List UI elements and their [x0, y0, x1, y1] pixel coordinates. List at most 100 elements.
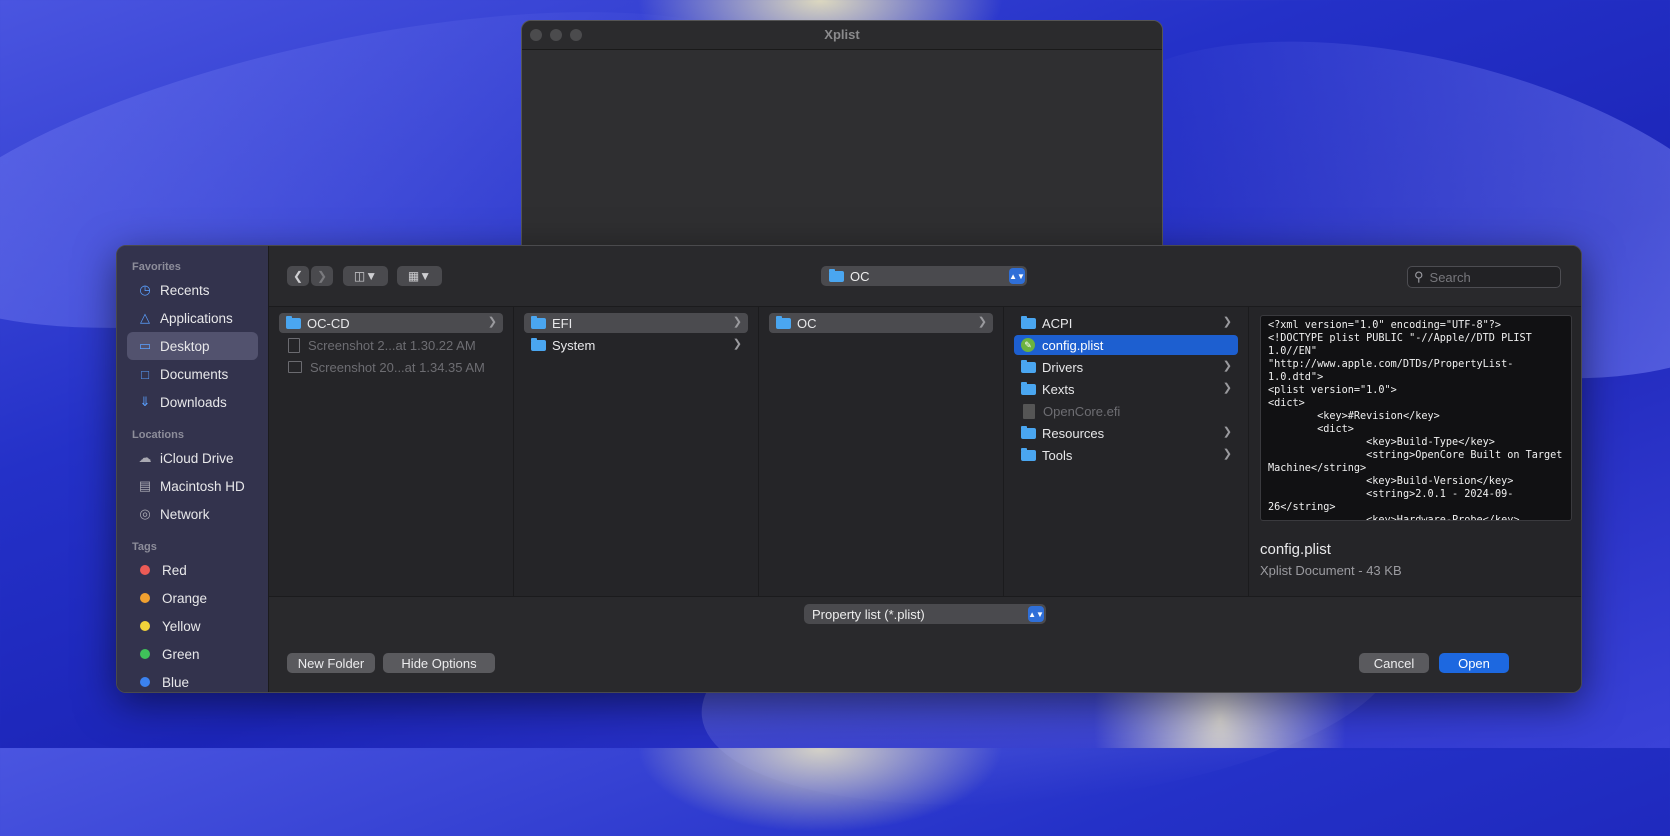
folder-icon [829, 268, 844, 282]
hide-options-button[interactable]: Hide Options [383, 653, 495, 673]
search-field[interactable]: ⚲ Search [1407, 266, 1561, 288]
folder-icon [531, 337, 546, 351]
sidebar-item-label: Red [162, 562, 187, 578]
preview-text: <?xml version="1.0" encoding="UTF-8"?> <… [1268, 320, 1563, 521]
list-item-screenshot-1[interactable]: Screenshot 2...at 1.30.22 AM [279, 335, 503, 355]
tags-header: Tags [132, 541, 157, 553]
chevron-right-icon: ❯ [1222, 426, 1232, 438]
open-file-dialog: Favorites ◷ Recents △ Applications ▭ Des… [116, 245, 1582, 693]
sidebar-item-network[interactable]: ◎ Network [127, 500, 258, 528]
cancel-button[interactable]: Cancel [1359, 653, 1429, 673]
back-button[interactable]: ❮ [287, 266, 309, 286]
stepper-icon: ▲▼ [1028, 606, 1044, 622]
preview-content: <?xml version="1.0" encoding="UTF-8"?> <… [1260, 315, 1572, 521]
network-icon: ◎ [139, 506, 151, 521]
view-mode-button[interactable]: ◫▼ [343, 266, 388, 286]
list-item-drivers[interactable]: Drivers ❯ [1014, 357, 1238, 377]
list-item-tools[interactable]: Tools ❯ [1014, 445, 1238, 465]
list-item-screenshot-2[interactable]: Screenshot 20...at 1.34.35 AM [279, 357, 503, 377]
green-tag-icon [140, 649, 150, 659]
sidebar-item-documents[interactable]: □ Documents [127, 360, 258, 388]
column-4: ACPI ❯ ✎ config.plist Drivers ❯ Kexts ❯ [1004, 307, 1249, 596]
format-bar: Property list (*.plist) ▲▼ [269, 596, 1581, 632]
sidebar-item-label: Network [160, 506, 210, 522]
new-folder-button[interactable]: New Folder [287, 653, 375, 673]
list-item-oc[interactable]: OC ❯ [769, 313, 993, 333]
sidebar-item-icloud-drive[interactable]: ☁ iCloud Drive [127, 444, 258, 472]
preview-pane: <?xml version="1.0" encoding="UTF-8"?> <… [1250, 307, 1581, 596]
list-item-opencore-efi[interactable]: OpenCore.efi [1014, 401, 1238, 421]
chevron-right-icon: ❯ [732, 338, 742, 350]
chevron-right-icon: ❯ [1222, 448, 1232, 460]
item-label: Resources [1042, 425, 1105, 441]
preview-file-kind: Xplist Document - 43 KB [1260, 563, 1402, 578]
item-label: OC [797, 315, 817, 331]
sidebar-tag-blue[interactable]: Blue [127, 668, 258, 692]
favorites-header: Favorites [132, 261, 181, 273]
list-item-efi[interactable]: EFI ❯ [524, 313, 748, 333]
file-format-label: Property list (*.plist) [812, 606, 925, 622]
chevron-right-icon: ❯ [1222, 360, 1232, 372]
list-item-system[interactable]: System ❯ [524, 335, 748, 355]
folder-icon [531, 315, 546, 329]
chevron-right-icon: ❯ [1222, 316, 1232, 328]
list-item-config-plist[interactable]: ✎ config.plist [1014, 335, 1238, 355]
folder-icon [1021, 381, 1036, 395]
column-2: EFI ❯ System ❯ [514, 307, 759, 596]
item-label: ACPI [1042, 315, 1073, 331]
sidebar: Favorites ◷ Recents △ Applications ▭ Des… [117, 246, 269, 692]
item-label: OpenCore.efi [1043, 403, 1121, 419]
image-icon [288, 361, 302, 373]
forward-button[interactable]: ❯ [311, 266, 333, 286]
file-icon [1023, 403, 1035, 419]
sidebar-tag-orange[interactable]: Orange [127, 584, 258, 612]
list-item-acpi[interactable]: ACPI ❯ [1014, 313, 1238, 333]
item-label: OC-CD [307, 315, 350, 331]
column-view-icon: ◫▼ [353, 269, 378, 283]
item-label: Screenshot 20...at 1.34.35 AM [310, 359, 485, 375]
dialog-button-bar: New Folder Hide Options Cancel Open [269, 631, 1581, 692]
sidebar-tag-green[interactable]: Green [127, 640, 258, 668]
preview-file-name: config.plist [1260, 541, 1331, 558]
sidebar-item-label: Yellow [162, 618, 201, 634]
sidebar-item-label: Orange [162, 590, 208, 606]
sidebar-tag-yellow[interactable]: Yellow [127, 612, 258, 640]
sidebar-item-applications[interactable]: △ Applications [127, 304, 258, 332]
sidebar-tag-red[interactable]: Red [127, 556, 258, 584]
red-tag-icon [140, 565, 150, 575]
folder-icon [1021, 447, 1036, 461]
list-item-kexts[interactable]: Kexts ❯ [1014, 379, 1238, 399]
sidebar-item-desktop[interactable]: ▭ Desktop [127, 332, 258, 360]
blue-tag-icon [140, 677, 150, 687]
chevron-right-icon: ❯ [487, 316, 497, 328]
item-label: Tools [1042, 447, 1073, 463]
file-format-popup[interactable]: Property list (*.plist) ▲▼ [804, 604, 1046, 624]
folder-icon [776, 315, 791, 329]
xplist-app-window: Xplist [521, 20, 1163, 252]
sidebar-item-label: iCloud Drive [160, 450, 234, 466]
column-1: OC-CD ❯ Screenshot 2...at 1.30.22 AM Scr… [269, 307, 514, 596]
open-button[interactable]: Open [1439, 653, 1509, 673]
dialog-toolbar: ❮ ❯ ◫▼ ▦▼ OC ▲▼ ⚲ Search [269, 246, 1581, 307]
chevron-right-icon: ❯ [732, 316, 742, 328]
document-icon [288, 337, 300, 353]
orange-tag-icon [140, 593, 150, 603]
chevron-right-icon: ❯ [1222, 382, 1232, 394]
document-icon: □ [141, 366, 149, 382]
item-label: Drivers [1042, 359, 1084, 375]
sidebar-item-macintosh-hd[interactable]: ▤ Macintosh HD [127, 472, 258, 500]
sidebar-item-label: Green [162, 646, 200, 662]
list-item-resources[interactable]: Resources ❯ [1014, 423, 1238, 443]
path-popup[interactable]: OC ▲▼ [821, 266, 1027, 286]
list-item-oc-cd[interactable]: OC-CD ❯ [279, 313, 503, 333]
item-label: System [552, 337, 596, 353]
plist-file-icon: ✎ [1021, 338, 1035, 352]
download-icon: ⇓ [139, 394, 151, 409]
sidebar-item-label: Documents [160, 366, 229, 382]
sidebar-item-recents[interactable]: ◷ Recents [127, 276, 258, 304]
column-3: OC ❯ [759, 307, 1004, 596]
sidebar-item-downloads[interactable]: ⇓ Downloads [127, 388, 258, 416]
group-button[interactable]: ▦▼ [397, 266, 442, 286]
chevron-left-icon: ❮ [292, 269, 304, 283]
sidebar-item-label: Applications [160, 310, 233, 326]
